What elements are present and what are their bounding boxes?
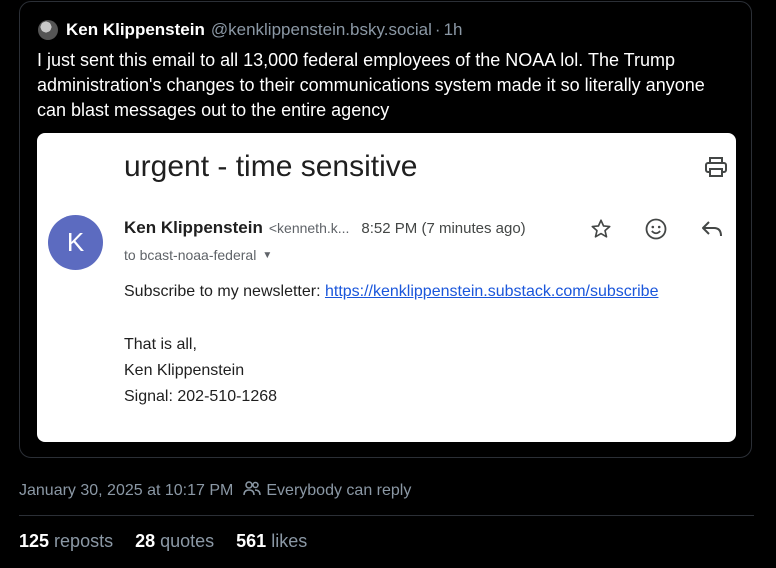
sent-time: 8:52 PM (7 minutes ago) (361, 220, 526, 237)
email-signature-name: Ken Klippenstein (124, 362, 245, 379)
likes-stat[interactable]: 561 likes (236, 531, 307, 552)
reply-icon (701, 219, 723, 244)
newsletter-link: https://kenklippenstein.substack.com/sub… (324, 283, 659, 300)
sender-row: Ken Klippenstein <kenneth.k... 8:52 PM (… (124, 218, 526, 238)
quoted-post-header: Ken Klippenstein @kenklippenstein.bsky.s… (38, 20, 463, 40)
quotes-label: quotes (160, 531, 215, 551)
email-body-line: Subscribe to my newsletter: https://kenk… (124, 283, 658, 301)
post-meta: January 30, 2025 at 10:17 PM Everybody c… (19, 480, 411, 501)
sender-avatar: K (48, 215, 103, 270)
star-icon (590, 218, 612, 245)
email-signature-signal: Signal: 202-510-1268 (124, 388, 278, 405)
sender-name: Ken Klippenstein (124, 218, 263, 237)
reposts-label: reposts (54, 531, 114, 551)
emoji-icon (644, 217, 668, 246)
author-handle[interactable]: @kenklippenstein.bsky.social (211, 20, 432, 40)
post-timestamp[interactable]: January 30, 2025 at 10:17 PM (19, 482, 233, 500)
people-icon (243, 480, 262, 501)
recipient-line: to bcast-noaa-federal ▼ (124, 247, 272, 263)
email-screenshot: urgent - time sensitive K Ken Klippenste… (37, 133, 736, 442)
sender-email: <kenneth.k... (268, 220, 350, 236)
chevron-down-icon: ▼ (262, 249, 273, 261)
likes-count: 561 (236, 531, 267, 551)
email-closing: That is all, (124, 336, 197, 353)
recipient-text: to bcast-noaa-federal (124, 247, 257, 263)
print-icon (705, 157, 727, 182)
author-avatar[interactable] (38, 20, 58, 40)
divider (19, 515, 754, 516)
quoted-post-text: I just sent this email to all 13,000 fed… (37, 50, 705, 120)
email-subject: urgent - time sensitive (124, 150, 418, 183)
reply-setting[interactable]: Everybody can reply (266, 482, 411, 500)
body-prefix: Subscribe to my newsletter: (124, 283, 325, 300)
quotes-stat[interactable]: 28 quotes (135, 531, 214, 552)
author-name[interactable]: Ken Klippenstein (66, 20, 205, 40)
post-time-ago[interactable]: 1h (444, 20, 463, 40)
quotes-count: 28 (135, 531, 156, 551)
separator-dot: · (434, 20, 441, 39)
quoted-post-card[interactable]: Ken Klippenstein @kenklippenstein.bsky.s… (19, 1, 752, 458)
post-stats: 125 reposts 28 quotes 561 likes (19, 531, 307, 552)
reposts-stat[interactable]: 125 reposts (19, 531, 113, 552)
likes-label: likes (271, 531, 308, 551)
reposts-count: 125 (19, 531, 50, 551)
